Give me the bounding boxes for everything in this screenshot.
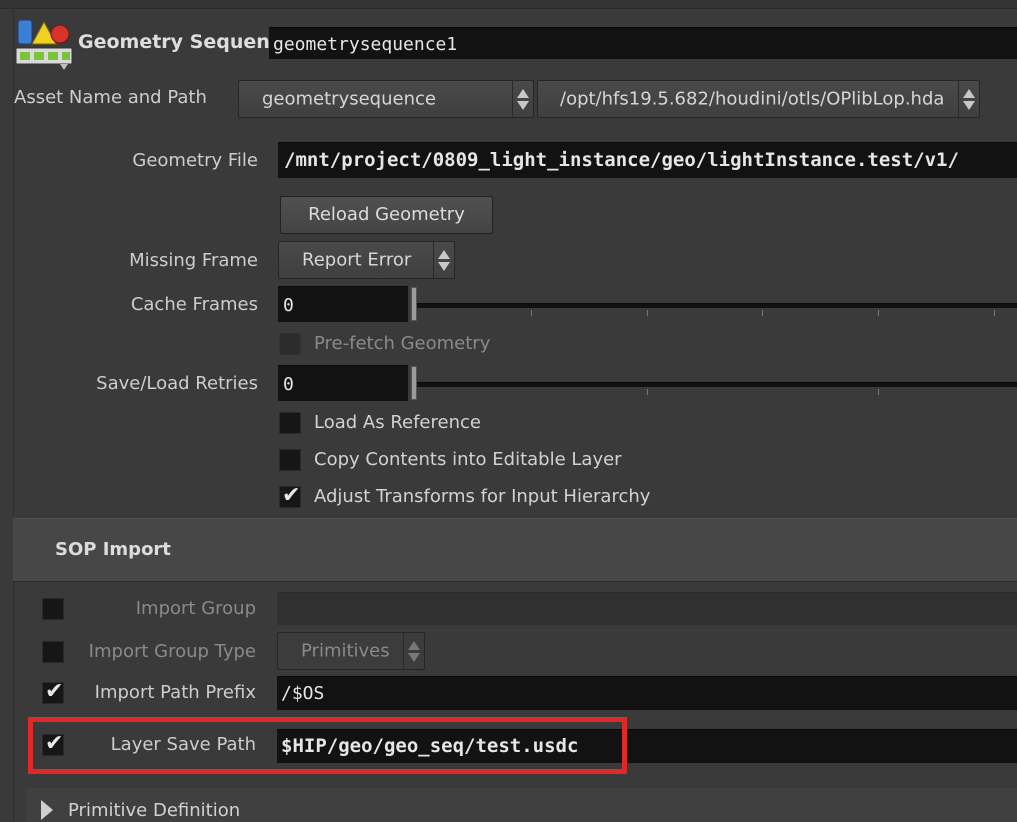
sop-import-header[interactable]: SOP Import (13, 518, 1017, 582)
asset-path-menu[interactable]: /opt/hfs19.5.682/houdini/otls/OPlibLop.h… (537, 80, 980, 118)
prefetch-label: Pre-fetch Geometry (314, 333, 491, 354)
prefetch-checkbox[interactable] (279, 333, 301, 355)
node-type-icon (14, 14, 76, 72)
import-group-type-label: Import Group Type (88, 641, 256, 662)
slider-tick (762, 310, 763, 316)
node-type-label: Geometry Sequence (78, 31, 294, 53)
check-icon: ✔ (45, 679, 64, 704)
missing-frame-menu[interactable]: Report Error (278, 241, 455, 279)
slider-tick (878, 389, 879, 395)
retries-label: Save/Load Retries (96, 373, 258, 394)
expand-triangle-icon (41, 800, 53, 820)
sop-import-title: SOP Import (55, 539, 171, 560)
retries-slider-track[interactable] (414, 382, 1017, 387)
reload-geometry-button[interactable]: Reload Geometry (280, 196, 493, 234)
slider-tick (531, 310, 532, 316)
cache-frames-field[interactable]: 0 (278, 286, 408, 322)
asset-name-menu[interactable]: geometrysequence (238, 80, 534, 118)
node-name-field[interactable]: geometrysequence1 (269, 27, 1017, 59)
primitive-definition-row[interactable]: Primitive Definition (27, 788, 1017, 822)
import-group-field[interactable] (277, 592, 1017, 625)
retries-slider-handle[interactable] (411, 366, 417, 400)
asset-label: Asset Name and Path (14, 87, 207, 108)
cache-frames-label: Cache Frames (130, 294, 258, 315)
geometry-file-field[interactable]: /mnt/project/0809_light_instance/geo/lig… (278, 142, 1017, 178)
import-group-type-toggle[interactable] (42, 641, 64, 663)
import-group-label: Import Group (135, 598, 256, 619)
left-rule (13, 8, 14, 822)
slider-tick (994, 310, 995, 316)
import-group-type-menu[interactable]: Primitives (277, 632, 425, 670)
import-path-prefix-field[interactable]: /$OS (277, 676, 1017, 710)
check-icon: ✔ (282, 483, 301, 508)
asset-name-arrows-icon (512, 81, 533, 117)
primitive-definition-title: Primitive Definition (68, 800, 241, 821)
import-path-prefix-label: Import Path Prefix (94, 682, 256, 703)
geometry-file-label: Geometry File (132, 150, 258, 171)
adjust-transforms-checkbox[interactable]: ✔ (279, 483, 301, 508)
missing-frame-label: Missing Frame (129, 250, 258, 271)
cache-frames-slider-track[interactable] (414, 303, 1017, 308)
adjust-transforms-label: Adjust Transforms for Input Hierarchy (314, 486, 651, 507)
missing-frame-value: Report Error (302, 249, 412, 271)
asset-path-arrows-icon (958, 81, 979, 117)
cache-frames-slider-handle[interactable] (411, 287, 417, 321)
top-divider (0, 0, 1017, 9)
import-path-prefix-toggle[interactable]: ✔ (42, 679, 64, 704)
slider-tick (878, 310, 879, 316)
load-as-reference-checkbox[interactable] (279, 412, 301, 434)
load-as-reference-label: Load As Reference (314, 412, 481, 433)
import-group-toggle[interactable] (42, 598, 64, 620)
slider-tick (647, 310, 648, 316)
asset-name-value: geometrysequence (262, 88, 436, 110)
slider-tick (647, 389, 648, 395)
missing-frame-arrows-icon (433, 242, 454, 278)
import-group-type-arrows-icon (403, 633, 424, 669)
highlight-box (28, 717, 627, 774)
import-group-type-value: Primitives (301, 640, 390, 662)
copy-contents-label: Copy Contents into Editable Layer (314, 449, 622, 470)
asset-path-value: /opt/hfs19.5.682/houdini/otls/OPlibLop.h… (560, 88, 945, 110)
copy-contents-checkbox[interactable] (279, 449, 301, 471)
retries-field[interactable]: 0 (278, 365, 408, 401)
